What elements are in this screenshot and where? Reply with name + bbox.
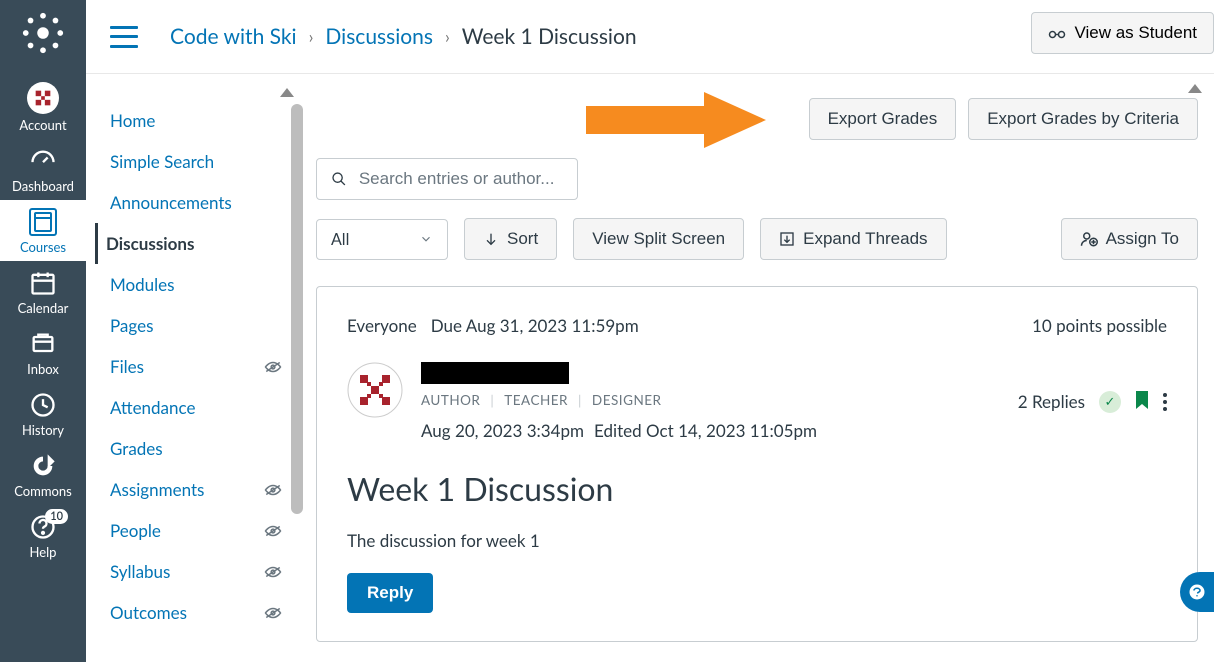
discussion-points: 10 points possible: [1032, 315, 1167, 336]
global-nav-dashboard[interactable]: Dashboard: [0, 139, 86, 200]
chevron-down-icon: [419, 232, 433, 246]
breadcrumb-sep-icon: ›: [445, 26, 450, 47]
nav-files[interactable]: Files: [106, 346, 286, 387]
global-nav-calendar[interactable]: Calendar: [0, 261, 86, 322]
global-nav-inbox[interactable]: Inbox: [0, 322, 86, 383]
nav-attendance[interactable]: Attendance: [106, 387, 286, 428]
view-split-screen-button[interactable]: View Split Screen: [573, 218, 744, 260]
sort-button[interactable]: Sort: [464, 218, 557, 260]
course-nav-toggle[interactable]: [110, 26, 138, 48]
hidden-icon: [264, 483, 282, 497]
history-icon: [29, 391, 57, 419]
nav-syllabus[interactable]: Syllabus: [106, 551, 286, 592]
filter-select[interactable]: All: [316, 219, 448, 260]
nav-assignments[interactable]: Assignments: [106, 469, 286, 510]
nav-grades[interactable]: Grades: [106, 428, 286, 469]
hidden-icon: [264, 524, 282, 538]
chat-icon: [1188, 583, 1206, 601]
hidden-icon: [264, 606, 282, 620]
view-as-label: View as Student: [1074, 23, 1197, 43]
reply-button[interactable]: Reply: [347, 573, 433, 613]
scroll-up-indicator-icon: [280, 88, 294, 97]
help-badge: 10: [45, 509, 68, 524]
discussion-title: Week 1 Discussion: [347, 469, 1167, 508]
commons-icon: [29, 452, 57, 480]
discussion-due: Due Aug 31, 2023 11:59pm: [431, 315, 639, 336]
glasses-icon: [1048, 26, 1066, 40]
course-nav: Home Simple Search Announcements Discuss…: [106, 100, 286, 633]
nav-outcomes[interactable]: Outcomes: [106, 592, 286, 633]
canvas-logo-icon: [20, 10, 66, 56]
global-nav-history[interactable]: History: [0, 383, 86, 444]
nav-label: Dashboard: [12, 178, 74, 194]
annotation-arrow-icon: [586, 92, 766, 152]
floating-help-button[interactable]: [1180, 572, 1214, 612]
reply-count[interactable]: 2 Replies: [1018, 391, 1085, 412]
breadcrumb-section[interactable]: Discussions: [325, 24, 433, 49]
author-avatar-icon: [347, 362, 403, 418]
nav-label: Calendar: [18, 300, 69, 316]
nav-label: Help: [30, 544, 57, 560]
global-nav-commons[interactable]: Commons: [0, 444, 86, 505]
export-grades-button[interactable]: Export Grades: [809, 98, 957, 140]
post-timestamp: Aug 20, 2023 3:34pm: [421, 420, 584, 441]
filter-select-value: All: [331, 230, 349, 249]
scroll-up-indicator-icon: [1188, 84, 1202, 93]
breadcrumb-sep-icon: ›: [309, 26, 314, 47]
hidden-icon: [264, 360, 282, 374]
course-nav-scrollbar[interactable]: [291, 104, 303, 514]
courses-icon: [29, 208, 57, 236]
global-nav-help[interactable]: 10 Help: [0, 505, 86, 566]
view-as-student-button[interactable]: View as Student: [1031, 12, 1214, 54]
expand-icon: [779, 231, 795, 247]
discussion-body: The discussion for week 1: [347, 530, 1167, 551]
author-name-redacted: [421, 362, 569, 384]
calendar-icon: [29, 269, 57, 297]
author-role: DESIGNER: [592, 392, 662, 408]
post-options-button[interactable]: [1163, 393, 1167, 411]
breadcrumb-course[interactable]: Code with Ski: [170, 24, 297, 49]
search-entries-input-wrapper[interactable]: [316, 158, 578, 200]
main-content: Export Grades Export Grades by Criteria …: [316, 98, 1198, 642]
bookmark-icon[interactable]: [1135, 390, 1149, 414]
nav-simple-search[interactable]: Simple Search: [106, 141, 286, 182]
assign-icon: [1080, 230, 1098, 248]
page-header: Code with Ski › Discussions › Week 1 Dis…: [86, 0, 1214, 74]
export-grades-criteria-button[interactable]: Export Grades by Criteria: [968, 98, 1198, 140]
global-nav: Account Dashboard Courses Calendar Inbox…: [0, 0, 86, 662]
search-entries-input[interactable]: [359, 169, 563, 189]
global-nav-account[interactable]: Account: [0, 74, 86, 139]
nav-label: Courses: [20, 239, 66, 255]
nav-modules[interactable]: Modules: [106, 264, 286, 305]
nav-label: Account: [19, 117, 66, 133]
expand-threads-button[interactable]: Expand Threads: [760, 218, 946, 260]
discussion-audience: Everyone: [347, 315, 417, 336]
breadcrumb: Code with Ski › Discussions › Week 1 Dis…: [170, 24, 637, 49]
nav-announcements[interactable]: Announcements: [106, 182, 286, 223]
post-edited: Edited Oct 14, 2023 11:05pm: [594, 420, 817, 441]
nav-label: Inbox: [27, 361, 59, 377]
arrow-down-icon: [483, 231, 499, 247]
hidden-icon: [264, 565, 282, 579]
nav-home[interactable]: Home: [106, 100, 286, 141]
breadcrumb-current: Week 1 Discussion: [462, 24, 637, 49]
global-nav-courses[interactable]: Courses: [0, 200, 86, 261]
read-check-icon[interactable]: ✓: [1099, 391, 1121, 413]
assign-to-button[interactable]: Assign To: [1061, 218, 1198, 260]
nav-label: Commons: [14, 483, 72, 499]
author-role: AUTHOR: [421, 392, 480, 408]
nav-people[interactable]: People: [106, 510, 286, 551]
account-avatar-icon: [27, 82, 59, 114]
nav-discussions[interactable]: Discussions: [95, 223, 286, 264]
dashboard-icon: [29, 147, 57, 175]
discussion-card: Everyone Due Aug 31, 2023 11:59pm 10 poi…: [316, 286, 1198, 642]
search-icon: [331, 170, 347, 188]
inbox-icon: [29, 330, 57, 358]
nav-pages[interactable]: Pages: [106, 305, 286, 346]
nav-label: History: [22, 422, 64, 438]
author-role: TEACHER: [504, 392, 568, 408]
